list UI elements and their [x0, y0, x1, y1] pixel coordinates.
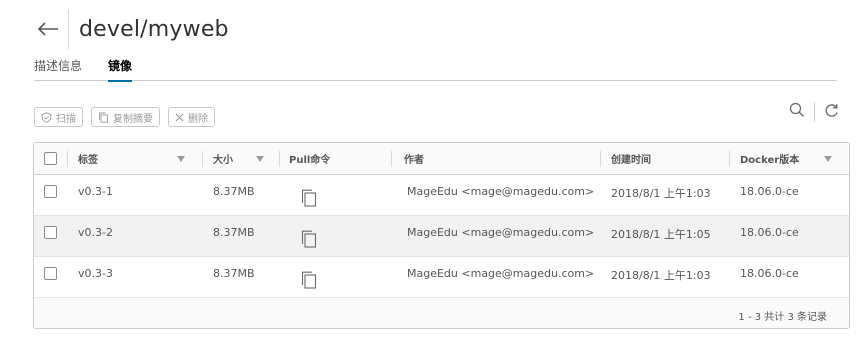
row-select-cell [44, 257, 57, 297]
row-tag[interactable]: v0.3-2 [78, 216, 113, 256]
row-size: 8.37MB [213, 226, 255, 239]
page-title: devel/myweb [79, 16, 229, 42]
scan-button-label: 扫描 [56, 113, 76, 125]
column-header-author[interactable]: 作者 [404, 143, 424, 174]
row-docker-version: 18.06.0-ce [740, 185, 799, 198]
row-tag[interactable]: v0.3-3 [78, 257, 113, 297]
row-docker-version: 18.06.0-ce [740, 267, 799, 280]
select-all-cell [44, 143, 57, 174]
row-checkbox[interactable] [44, 226, 57, 239]
column-divider [729, 151, 730, 167]
row-select-cell [44, 175, 57, 215]
row-select-cell [44, 216, 57, 256]
refresh-icon[interactable] [824, 103, 839, 122]
column-header-pull: Pull命令 [289, 155, 331, 166]
row-checkbox[interactable] [44, 185, 57, 198]
copy-icon[interactable] [301, 230, 317, 251]
select-all-checkbox[interactable] [44, 152, 57, 165]
images-datagrid: 标签 大小 Pull命令 作者 创建时间 Docker版本 v0.3-1 8.3… [33, 142, 850, 329]
row-size: 8.37MB [213, 267, 255, 280]
tab-bar: 描述信息 镜像 [34, 58, 837, 82]
column-divider [67, 151, 68, 167]
row-author: MageEdu <mage@magedu.com> [407, 226, 595, 239]
search-icon[interactable] [789, 102, 805, 122]
row-created: 2018/8/1 上午1:05 [611, 228, 711, 241]
table-header-row: 标签 大小 Pull命令 作者 创建时间 Docker版本 [34, 143, 849, 175]
copy-digest-button-label: 复制摘要 [113, 113, 153, 125]
scan-button[interactable]: 扫描 [34, 107, 83, 127]
toolbar: 扫描 复制摘要 删除 [34, 107, 215, 127]
copy-icon[interactable] [301, 189, 317, 210]
column-header-docker[interactable]: Docker版本 [740, 143, 799, 174]
filter-icon[interactable] [256, 143, 264, 174]
row-created: 2018/8/1 上午1:03 [611, 187, 711, 200]
column-divider [202, 151, 203, 167]
row-pull-cell [301, 257, 317, 297]
copy-digest-button[interactable]: 复制摘要 [91, 107, 160, 127]
table-row[interactable]: v0.3-1 8.37MB MageEdu <mage@magedu.com> … [34, 175, 849, 216]
column-header-size[interactable]: 大小 [213, 143, 233, 174]
header-divider [68, 9, 69, 49]
copy-icon [99, 112, 108, 123]
row-size: 8.37MB [213, 185, 255, 198]
row-created: 2018/8/1 上午1:03 [611, 269, 711, 282]
right-tools [789, 102, 839, 122]
tools-divider [814, 102, 815, 122]
pagination-summary: 1 - 3 共计 3 条记录 [738, 312, 827, 323]
row-tag[interactable]: v0.3-1 [78, 175, 113, 215]
row-docker-version: 18.06.0-ce [740, 226, 799, 239]
column-header-tag[interactable]: 标签 [78, 143, 98, 174]
column-divider [391, 151, 392, 167]
datagrid-footer: 1 - 3 共计 3 条记录 [34, 298, 849, 328]
row-pull-cell [301, 216, 317, 256]
row-pull-cell [301, 175, 317, 215]
close-icon [175, 113, 184, 121]
arrow-left-icon[interactable] [36, 17, 60, 41]
tab-images[interactable]: 镜像 [108, 58, 133, 82]
filter-icon[interactable] [177, 143, 185, 174]
column-divider [279, 151, 280, 167]
row-author: MageEdu <mage@magedu.com> [407, 267, 595, 280]
table-row[interactable]: v0.3-2 8.37MB MageEdu <mage@magedu.com> … [34, 216, 849, 257]
column-divider [600, 151, 601, 167]
copy-icon[interactable] [301, 271, 317, 292]
row-checkbox[interactable] [44, 267, 57, 280]
shield-check-icon [41, 111, 52, 123]
row-author: MageEdu <mage@magedu.com> [407, 185, 595, 198]
page-header: devel/myweb [36, 8, 229, 50]
delete-button-label: 删除 [188, 113, 208, 125]
delete-button[interactable]: 删除 [168, 107, 215, 127]
filter-icon[interactable] [824, 143, 832, 174]
table-row[interactable]: v0.3-3 8.37MB MageEdu <mage@magedu.com> … [34, 257, 849, 298]
tab-info[interactable]: 描述信息 [34, 58, 82, 81]
column-header-created[interactable]: 创建时间 [611, 143, 651, 174]
